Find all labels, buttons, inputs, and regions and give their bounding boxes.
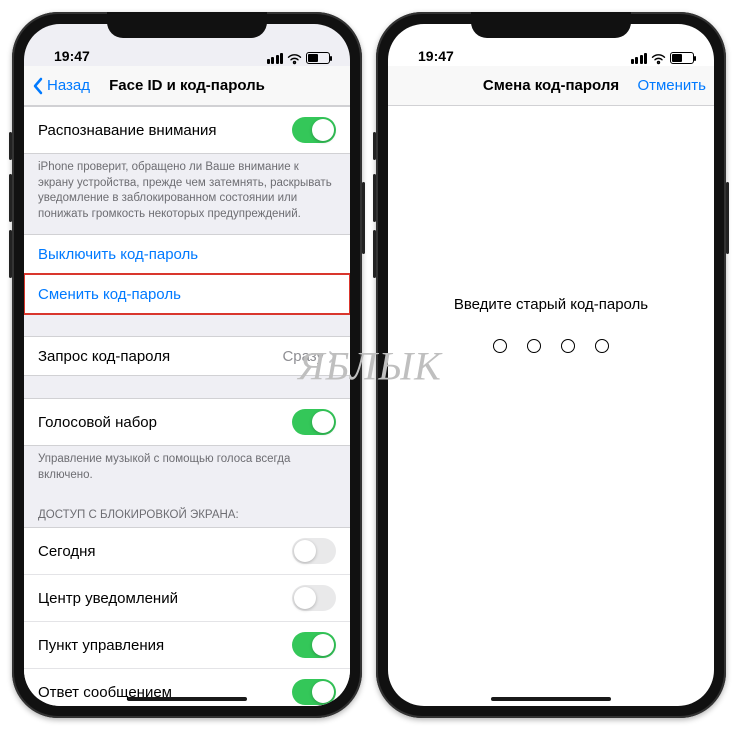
request-passcode-cell[interactable]: Запрос код-пароля Сразу [24,336,350,376]
lockscreen-list: Сегодня Центр уведомлений Пункт управления… [24,527,350,706]
navbar: Назад Face ID и код-пароль [24,66,350,106]
status-icons [631,52,695,64]
passcode-dot [527,339,541,353]
voice-dial-footer: Управление музыкой с помощью голоса всег… [24,446,350,495]
lockscreen-item[interactable]: Центр уведомлений [24,574,350,621]
phone-right: 19:47 Смена код-пароля Отменить Введите … [376,12,726,718]
passcode-area: Введите старый код-пароль [388,106,714,353]
voice-dial-label: Голосовой набор [38,414,157,431]
disable-passcode-cell[interactable]: Выключить код-пароль [24,234,350,274]
status-icons [267,52,331,64]
notch [471,12,631,38]
lockscreen-item-switch[interactable] [292,679,336,705]
battery-icon [670,52,694,64]
passcode-dot [493,339,507,353]
change-passcode-cell[interactable]: Сменить код-пароль [24,274,350,314]
change-passcode-label: Сменить код-пароль [38,286,181,303]
screen-right: 19:47 Смена код-пароля Отменить Введите … [388,24,714,706]
lockscreen-item-switch[interactable] [292,585,336,611]
chevron-left-icon [32,77,44,95]
passcode-dot [561,339,575,353]
cellular-icon [631,53,648,64]
lockscreen-item-switch[interactable] [292,538,336,564]
attention-label: Распознавание внимания [38,122,217,139]
attention-footer: iPhone проверит, обращено ли Ваше вниман… [24,154,350,234]
battery-icon [306,52,330,64]
disable-passcode-label: Выключить код-пароль [38,246,198,263]
lockscreen-item-label: Сегодня [38,543,96,560]
notch [107,12,267,38]
phone-left: 19:47 Назад Face ID и код-пароль Распозн… [12,12,362,718]
passcode-dots[interactable] [493,339,609,353]
cellular-icon [267,53,284,64]
lockscreen-item[interactable]: Пункт управления [24,621,350,668]
request-passcode-value: Сразу [282,348,324,365]
passcode-prompt: Введите старый код-пароль [454,296,648,313]
lockscreen-item-switch[interactable] [292,632,336,658]
back-label: Назад [47,77,90,94]
back-button[interactable]: Назад [32,77,90,95]
lockscreen-item-label: Центр уведомлений [38,590,178,607]
lockscreen-item[interactable]: Сегодня [24,528,350,574]
attention-switch[interactable] [292,117,336,143]
cancel-button[interactable]: Отменить [637,77,706,94]
screen-left: 19:47 Назад Face ID и код-пароль Распозн… [24,24,350,706]
home-indicator[interactable] [127,697,247,701]
status-time: 19:47 [48,48,90,64]
wifi-icon [651,52,666,64]
status-time: 19:47 [412,48,454,64]
passcode-dot [595,339,609,353]
voice-dial-switch[interactable] [292,409,336,435]
navbar: Смена код-пароля Отменить [388,66,714,106]
request-passcode-label: Запрос код-пароля [38,348,170,365]
attention-cell[interactable]: Распознавание внимания [24,106,350,154]
wifi-icon [287,52,302,64]
lockscreen-item-label: Пункт управления [38,637,164,654]
home-indicator[interactable] [491,697,611,701]
chevron-right-icon [328,350,336,362]
voice-dial-cell[interactable]: Голосовой набор [24,398,350,446]
lockscreen-header: ДОСТУП С БЛОКИРОВКОЙ ЭКРАНА: [24,495,350,527]
settings-content[interactable]: Распознавание внимания iPhone проверит, … [24,106,350,706]
